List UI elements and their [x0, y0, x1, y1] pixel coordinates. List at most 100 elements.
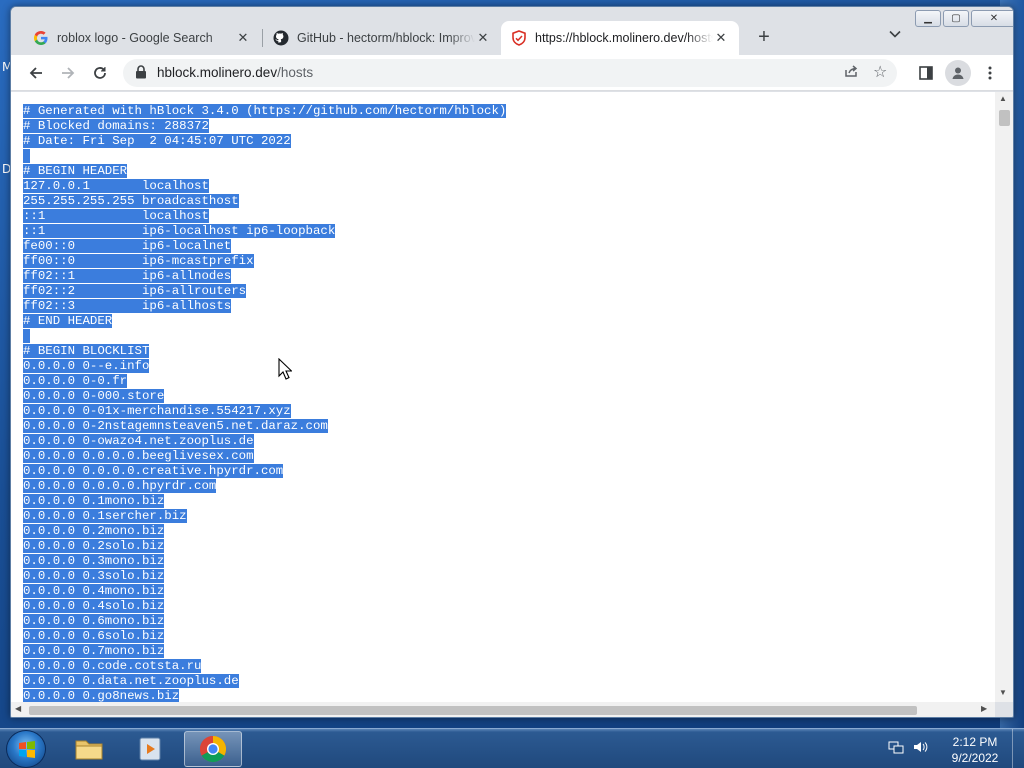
maximize-button[interactable]: ▢: [943, 10, 969, 27]
scroll-left-arrow-icon[interactable]: ◀: [15, 704, 21, 713]
horizontal-scroll-thumb[interactable]: [29, 706, 917, 715]
hosts-line-text: 0.0.0.0 0.1mono.biz: [23, 494, 165, 508]
hosts-line-text: ff02::1 ip6-allnodes: [23, 269, 232, 283]
hosts-line-text: # Date: Fri Sep 2 04:45:07 UTC 2022: [23, 134, 291, 148]
hosts-line: 0.0.0.0 0.7mono.biz: [23, 644, 506, 659]
hosts-line: 0.0.0.0 0.4solo.biz: [23, 599, 506, 614]
minimize-button[interactable]: ▁: [915, 10, 941, 27]
hosts-line-text: 0.0.0.0 0.go8news.biz: [23, 689, 180, 702]
hosts-line-text: ff02::3 ip6-allhosts: [23, 299, 232, 313]
hosts-line: [23, 329, 506, 344]
vertical-scroll-thumb[interactable]: [999, 110, 1010, 126]
close-window-button[interactable]: ✕: [971, 10, 1013, 27]
network-icon[interactable]: [888, 739, 904, 758]
hosts-line-text: ff00::0 ip6-mcastprefix: [23, 254, 254, 268]
hosts-line: ff02::3 ip6-allhosts: [23, 299, 506, 314]
hosts-line: # Date: Fri Sep 2 04:45:07 UTC 2022: [23, 134, 506, 149]
tab-google-search[interactable]: roblox logo - Google Search ✕: [23, 21, 261, 55]
back-button[interactable]: [23, 60, 49, 86]
hosts-line-text: ::1 ip6-localhost ip6-loopback: [23, 224, 336, 238]
hosts-line: # Generated with hBlock 3.4.0 (https://g…: [23, 104, 507, 119]
new-tab-button[interactable]: +: [751, 25, 777, 51]
menu-button[interactable]: [977, 60, 1003, 86]
hosts-line: ff02::2 ip6-allrouters: [23, 284, 506, 299]
bookmark-star-icon[interactable]: ☆: [873, 62, 887, 82]
hosts-line: 0.0.0.0 0.go8news.biz: [23, 689, 506, 702]
hosts-line: 127.0.0.1 localhost: [23, 179, 506, 194]
tab-search-chevron-icon[interactable]: [883, 27, 907, 51]
start-button[interactable]: [6, 730, 46, 768]
mouse-cursor-icon: [278, 357, 293, 385]
hosts-line-text: 0.0.0.0 0.6solo.biz: [23, 629, 165, 643]
hosts-line-text: 0.0.0.0 0.0.0.0.creative.hpyrdr.com: [23, 464, 284, 478]
hosts-line-text: fe00::0 ip6-localnet: [23, 239, 232, 253]
taskbar-media-player-button[interactable]: [122, 731, 180, 767]
address-bar[interactable]: hblock.molinero.dev/hosts ☆: [123, 59, 897, 87]
url-text[interactable]: hblock.molinero.dev/hosts: [157, 65, 313, 80]
tab-title: GitHub - hectorm/hblock: Improve your se…: [297, 31, 475, 45]
taskbar-chrome-button[interactable]: [184, 731, 242, 767]
clock-time: 2:12 PM: [952, 735, 998, 749]
scroll-up-arrow-icon[interactable]: ▲: [999, 94, 1007, 103]
taskbar-clock[interactable]: 2:12 PM 9/2/2022: [940, 734, 1010, 766]
hosts-line-text: 127.0.0.1 localhost: [23, 179, 209, 193]
hosts-line: 0.0.0.0 0.0.0.0.creative.hpyrdr.com: [23, 464, 506, 479]
lock-icon[interactable]: [135, 65, 147, 84]
close-tab-icon[interactable]: ✕: [235, 30, 251, 46]
hblock-shield-icon: [511, 30, 527, 46]
hosts-line-text: 0.0.0.0 0-owazo4.net.zooplus.de: [23, 434, 254, 448]
browser-window: roblox logo - Google Search ✕ GitHub - h…: [10, 6, 1014, 718]
scroll-right-arrow-icon[interactable]: ▶: [981, 704, 987, 713]
hosts-line-text: 0.0.0.0 0.0.0.0.beeglivesex.com: [23, 449, 254, 463]
hosts-line-text: # END HEADER: [23, 314, 113, 328]
side-panel-button[interactable]: [913, 60, 939, 86]
hosts-line-text: 0.0.0.0 0.2solo.biz: [23, 539, 165, 553]
hosts-line: 0.0.0.0 0.2mono.biz: [23, 524, 506, 539]
hosts-line-text: ::1 localhost: [23, 209, 209, 223]
hosts-line-text: 0.0.0.0 0-2nstagemnsteaven5.net.daraz.co…: [23, 419, 328, 433]
forward-button[interactable]: [55, 60, 81, 86]
close-tab-icon[interactable]: ✕: [475, 30, 491, 46]
profile-button[interactable]: [945, 60, 971, 86]
hosts-line: [23, 149, 506, 164]
hosts-line: # END HEADER: [23, 314, 506, 329]
close-tab-icon[interactable]: ✕: [713, 30, 729, 46]
hosts-line: 0.0.0.0 0.code.cotsta.ru: [23, 659, 506, 674]
hosts-line: 0.0.0.0 0.0.0.0.beeglivesex.com: [23, 449, 506, 464]
hosts-line-text: 0.0.0.0 0.2mono.biz: [23, 524, 165, 538]
hosts-line-text: 0.0.0.0 0.0.0.0.hpyrdr.com: [23, 479, 217, 493]
windows-logo-icon: [19, 741, 35, 758]
horizontal-scrollbar[interactable]: ◀ ▶: [11, 702, 995, 717]
browser-toolbar: hblock.molinero.dev/hosts ☆: [11, 55, 1013, 91]
hosts-line-text: 0.0.0.0 0.7mono.biz: [23, 644, 165, 658]
chrome-icon: [199, 735, 227, 763]
hosts-line-text: 0.0.0.0 0.4mono.biz: [23, 584, 165, 598]
reload-button[interactable]: [87, 60, 113, 86]
hosts-line-text: # Blocked domains: 288372: [23, 119, 209, 133]
hosts-file-text[interactable]: # Generated with hBlock 3.4.0 (https://g…: [23, 104, 507, 702]
tab-github[interactable]: GitHub - hectorm/hblock: Improve your se…: [263, 21, 501, 55]
hosts-line-text: [23, 149, 31, 163]
volume-icon[interactable]: [912, 739, 928, 758]
back-arrow-icon: [29, 67, 42, 79]
show-desktop-button[interactable]: [1012, 729, 1024, 768]
hosts-line: 0.0.0.0 0.6mono.biz: [23, 614, 506, 629]
tab-hblock-hosts[interactable]: https://hblock.molinero.dev/hosts ✕: [501, 21, 739, 55]
hosts-line: 0.0.0.0 0--e.info: [23, 359, 506, 374]
share-icon[interactable]: [843, 63, 859, 84]
hosts-line-text: [23, 329, 31, 343]
hosts-line: fe00::0 ip6-localnet: [23, 239, 506, 254]
hosts-line-text: 0.0.0.0 0.3mono.biz: [23, 554, 165, 568]
scroll-down-arrow-icon[interactable]: ▼: [999, 688, 1007, 697]
hosts-line: ff02::1 ip6-allnodes: [23, 269, 506, 284]
media-player-icon: [139, 737, 161, 761]
page-content[interactable]: # Generated with hBlock 3.4.0 (https://g…: [11, 92, 995, 702]
hosts-line-text: 0.0.0.0 0.6mono.biz: [23, 614, 165, 628]
tab-title: https://hblock.molinero.dev/hosts: [535, 31, 713, 45]
forward-arrow-icon: [62, 67, 75, 79]
hosts-line: 255.255.255.255 broadcasthost: [23, 194, 506, 209]
vertical-scrollbar[interactable]: ▲ ▼: [995, 92, 1013, 702]
hosts-line: ::1 localhost: [23, 209, 506, 224]
taskbar-explorer-button[interactable]: [60, 731, 118, 767]
url-path: /hosts: [277, 65, 314, 80]
